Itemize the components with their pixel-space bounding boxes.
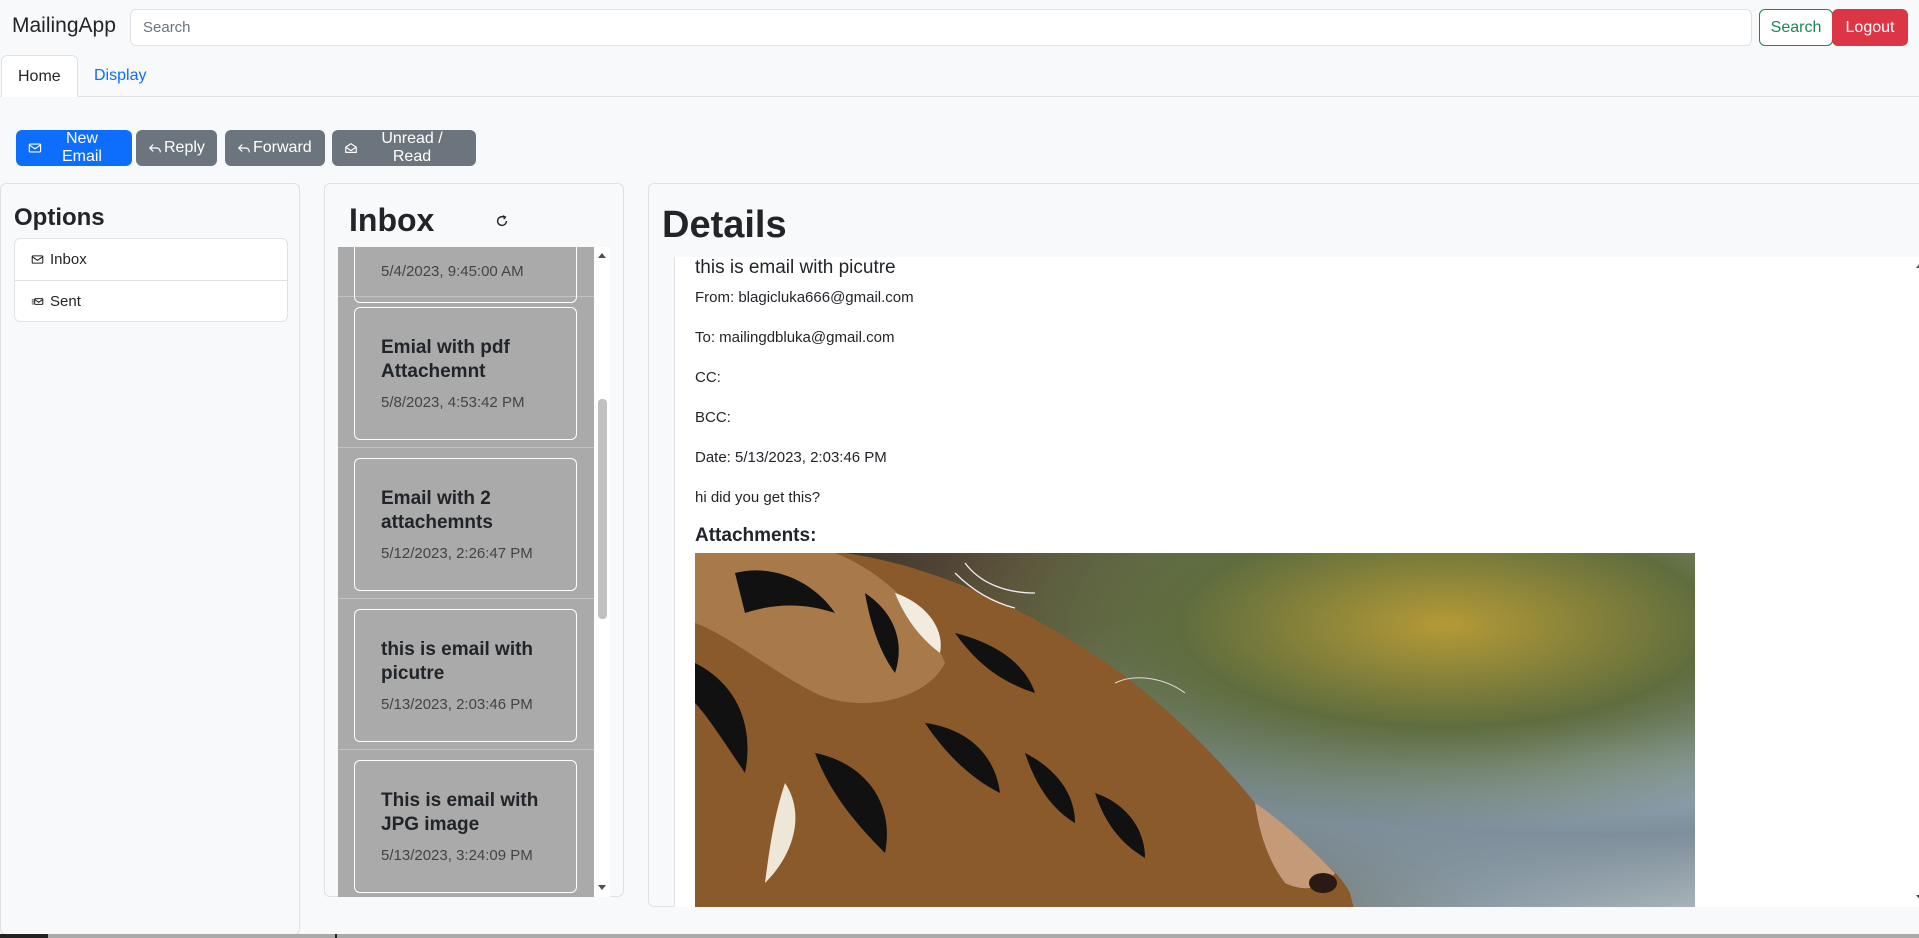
details-content-area[interactable]: this is email with picutre From: blagicl…: [674, 257, 1914, 907]
envelope-icon: [28, 143, 42, 153]
tab-display[interactable]: Display: [78, 55, 162, 97]
email-from: From: blagicluka666@gmail.com: [695, 289, 914, 306]
inbox-scrollbar[interactable]: [594, 247, 610, 897]
taskbar-edge: [0, 934, 1919, 938]
details-title: Details: [662, 204, 787, 246]
email-date: 5/12/2023, 2:26:47 PM: [381, 545, 533, 562]
email-date: Date: 5/13/2023, 2:03:46 PM: [695, 449, 887, 466]
new-email-label: New Email: [61, 130, 102, 165]
attachment-image[interactable]: [695, 553, 1695, 907]
details-scrollbar[interactable]: [1912, 257, 1919, 907]
email-subject: this is email with picutre: [695, 257, 896, 278]
email-subject: Email with 2 attachemnts: [381, 488, 493, 533]
email-list-item[interactable]: This is email with JPG image 5/13/2023, …: [338, 750, 594, 897]
new-email-button[interactable]: New Email: [16, 130, 132, 166]
email-date: 5/13/2023, 2:03:46 PM: [381, 696, 533, 713]
tiger-image-icon: [695, 553, 1354, 907]
email-subject: this is email with picutre: [381, 639, 534, 684]
email-date: 5/4/2023, 9:45:00 AM: [381, 263, 524, 280]
scroll-up-arrow-icon[interactable]: [598, 253, 606, 258]
email-cc: CC:: [695, 369, 721, 386]
envelope-open-icon: [345, 142, 357, 153]
tab-home[interactable]: Home: [1, 55, 78, 97]
forward-button[interactable]: Forward: [225, 130, 325, 166]
options-panel: Options Inbox Sent: [0, 183, 300, 935]
inbox-title: Inbox: [349, 202, 435, 238]
forward-label: Forward: [253, 139, 312, 156]
options-item-label: Sent: [50, 292, 81, 310]
reply-button[interactable]: Reply: [136, 130, 217, 166]
refresh-icon[interactable]: [495, 214, 509, 228]
email-card: This is email with JPG image 5/13/2023, …: [354, 760, 577, 893]
search-button[interactable]: Search: [1759, 9, 1833, 46]
reply-icon: [148, 144, 161, 153]
inbox-email-list[interactable]: 5/4/2023, 9:45:00 AM Emial with pdf Atta…: [338, 247, 610, 897]
search-input[interactable]: [130, 9, 1752, 46]
unread-read-label: Unread / Read: [381, 130, 443, 165]
email-card: Email with 2 attachemnts 5/12/2023, 2:26…: [354, 458, 577, 591]
options-item-label: Inbox: [50, 251, 87, 268]
email-list-item[interactable]: 5/4/2023, 9:45:00 AM: [338, 247, 594, 303]
email-card: Emial with pdf Attachemnt 5/8/2023, 4:53…: [354, 307, 577, 440]
email-date: 5/8/2023, 4:53:42 PM: [381, 394, 525, 411]
envelope-icon: [31, 255, 44, 264]
email-card: this is email with picutre 5/13/2023, 2:…: [354, 609, 577, 742]
email-body: hi did you get this?: [695, 489, 821, 506]
email-list-item[interactable]: Email with 2 attachemnts 5/12/2023, 2:26…: [338, 448, 594, 599]
details-panel: Details this is email with picutre From:…: [648, 183, 1919, 907]
email-card: 5/4/2023, 9:45:00 AM: [354, 247, 577, 303]
scrollbar-thumb[interactable]: [598, 399, 607, 619]
taskbar-segment: [48, 934, 335, 938]
email-bcc: BCC:: [695, 409, 731, 426]
forward-icon: [237, 144, 250, 153]
envelope-sent-icon: [31, 297, 44, 305]
email-to: To: mailingdbluka@gmail.com: [695, 329, 895, 346]
scroll-down-arrow-icon[interactable]: [598, 885, 606, 890]
email-subject: Emial with pdf Attachemnt: [381, 337, 510, 382]
options-item-sent[interactable]: Sent: [15, 280, 287, 321]
options-list: Inbox Sent: [14, 238, 288, 322]
email-date: 5/13/2023, 3:24:09 PM: [381, 847, 533, 864]
email-subject: This is email with JPG image: [381, 790, 539, 835]
inbox-panel: Inbox 5/4/2023, 9:45:00 AM Emial with pd…: [324, 183, 624, 897]
unread-read-button[interactable]: Unread / Read: [332, 130, 476, 166]
reply-label: Reply: [164, 139, 205, 156]
email-list-item[interactable]: this is email with picutre 5/13/2023, 2:…: [338, 599, 594, 750]
options-title: Options: [14, 204, 105, 231]
options-item-inbox[interactable]: Inbox: [15, 239, 287, 280]
app-brand[interactable]: MailingApp: [12, 14, 116, 38]
tabs-divider: [0, 96, 1919, 97]
scrollbar-thumb[interactable]: [1912, 257, 1919, 553]
logout-button[interactable]: Logout: [1832, 9, 1908, 46]
attachments-heading: Attachments:: [695, 525, 817, 546]
email-list-item[interactable]: Emial with pdf Attachemnt 5/8/2023, 4:53…: [338, 297, 594, 448]
taskbar-segment: [337, 934, 1919, 938]
